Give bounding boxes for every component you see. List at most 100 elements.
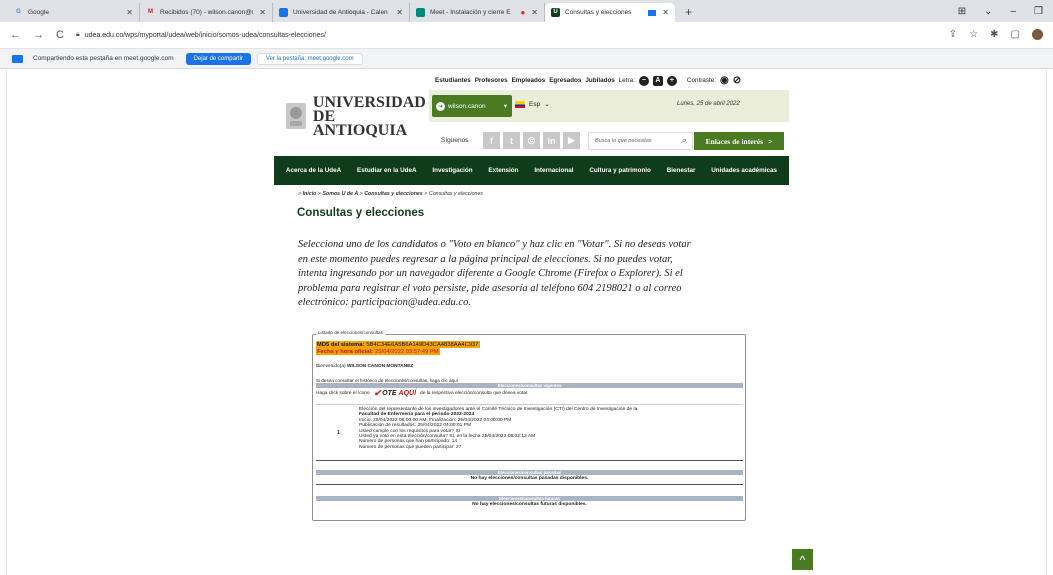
breadcrumb-consultas[interactable]: Consultas y elecciones — [364, 191, 423, 197]
election-title-line: Facultad de Enfermería para el periodo 2… — [359, 412, 475, 418]
nav-unidades[interactable]: Unidades académicas — [711, 167, 777, 174]
breadcrumb: > Inicio > Somos U de A > Consultas y el… — [298, 191, 484, 197]
sidepanel-icon[interactable]: ▢ — [1011, 29, 1020, 40]
youtube-icon[interactable]: ▶ — [563, 132, 580, 149]
chevron-down-icon: ⌄ — [544, 101, 550, 108]
forward-icon[interactable]: → — [33, 29, 44, 41]
election-details: Elección del representante de los invest… — [359, 407, 741, 450]
nav-investigacion[interactable]: Investigación — [432, 167, 472, 174]
md5-value: 5B4C34E6A5B6A149D43CA4838AA4C937 — [366, 341, 479, 348]
nav-extension[interactable]: Extensión — [488, 167, 518, 174]
new-tab-icon[interactable]: + — [685, 5, 692, 19]
contrast-eye-off-icon[interactable]: ⊘ — [733, 75, 741, 86]
close-icon[interactable]: ✕ — [662, 8, 669, 17]
link-empleados[interactable]: Empleados — [512, 77, 546, 84]
divider — [316, 484, 743, 485]
reload-icon[interactable]: C — [56, 29, 64, 41]
browser-tab[interactable]: G Google ✕ — [8, 3, 140, 22]
star-icon[interactable]: ☆ — [969, 29, 978, 40]
close-icon[interactable]: ✕ — [126, 8, 133, 17]
close-icon[interactable]: ✕ — [259, 8, 266, 17]
election-number: 1 — [337, 430, 340, 436]
browser-tab[interactable]: Universidad de Antioquia - Calen ✕ — [273, 3, 410, 22]
minimize-icon[interactable]: – — [1010, 6, 1016, 17]
current-date: Lunes, 25 de abril 2022 — [677, 101, 740, 107]
stop-sharing-button[interactable]: Dejar de compartir — [185, 52, 251, 65]
browser-tab[interactable]: Meet - Instalación y cierre E ● ✕ — [410, 3, 545, 22]
close-icon[interactable]: ✕ — [531, 8, 538, 17]
site-search-input[interactable]: Busca lo que necesitas ⌕ — [588, 132, 693, 150]
instruction-before: Haga click sobre el ícono — [316, 391, 370, 396]
link-jubilados[interactable]: Jubilados — [585, 77, 614, 84]
url-field[interactable]: udea.edu.co/wps/myportal/udea/web/inicio… — [85, 32, 326, 39]
welcome-name: WILSON CANON MONTANEZ — [346, 364, 414, 369]
tab-title: Google — [28, 9, 49, 16]
intro-line: electrónico: participacion@udea.edu.co. — [298, 297, 471, 309]
futuras-header: Elecciones/consultas futuras — [316, 496, 743, 501]
enlaces-button[interactable]: Enlaces de interés > — [694, 132, 784, 150]
link-profesores[interactable]: Profesores — [475, 77, 508, 84]
intro-line: intenta ingresando por un navegador dife… — [298, 268, 683, 280]
contrast-eye-icon[interactable]: ◉ — [720, 75, 729, 86]
share-icon[interactable]: ⇪ — [949, 29, 957, 40]
instagram-icon[interactable]: ◎ — [523, 132, 540, 149]
chevron-down-icon: ▾ — [503, 103, 507, 110]
fecha-value: 25/04/2022 03:57:49 PM — [375, 348, 439, 355]
checkmark-icon: ✔ — [373, 388, 382, 398]
logo-line2: DE ANTIOQUIA — [312, 108, 408, 139]
tab-title: Meet - Instalación y cierre E — [430, 9, 511, 16]
link-egresados[interactable]: Egresados — [549, 77, 581, 84]
arrow-right-icon: ➜ — [436, 101, 445, 111]
chevron-right-icon: > — [768, 136, 773, 146]
scroll-to-top-button[interactable]: ^ — [792, 549, 813, 570]
language-selector[interactable]: Esp ⌄ — [515, 100, 550, 108]
font-reset-icon[interactable]: A — [652, 75, 663, 86]
md5-line: MD5 del sistema: 5B4C34E6A5B6A149D43CA48… — [316, 341, 480, 348]
lock-icon[interactable]: 🔒︎ — [76, 31, 80, 39]
chevron-down-icon[interactable]: ⌄ — [984, 6, 992, 17]
nav-internacional[interactable]: Internacional — [534, 167, 573, 174]
view-tab-button[interactable]: Ver la pestaña: meet.google.com — [256, 52, 363, 65]
gmail-icon: M — [148, 9, 153, 15]
profile-avatar[interactable] — [1032, 29, 1043, 40]
nav-cultura[interactable]: Cultura y patrimonio — [589, 167, 651, 174]
restore-icon[interactable]: ❐ — [1034, 6, 1043, 17]
instruction-after: de la respectiva elección/consulta que d… — [420, 391, 529, 396]
screen-share-icon — [12, 54, 23, 63]
breadcrumb-somos[interactable]: Somos U de A — [322, 191, 358, 197]
colombia-flag-icon — [515, 100, 525, 108]
contraste-label: Contraste: — [686, 77, 716, 84]
election-eligible-count: Número de personas que pueden participar… — [359, 444, 462, 450]
nav-acerca[interactable]: Acerca de la UdeA — [286, 167, 341, 174]
back-icon[interactable]: ← — [10, 29, 21, 41]
font-decrease-icon[interactable]: − — [638, 75, 649, 86]
tab-search-icon[interactable]: ⊞ — [958, 6, 966, 17]
user-menu-button[interactable]: ➜ wilson.canon ▾ — [432, 95, 512, 117]
browser-tab[interactable]: M Recibidos (70) - wilson.canon@u ✕ — [140, 3, 273, 22]
nav-bienestar[interactable]: Bienestar — [667, 167, 696, 174]
search-icon[interactable]: ⌕ — [681, 135, 686, 146]
screen-share-icon — [648, 9, 657, 16]
recording-icon: ● — [520, 8, 526, 17]
extensions-icon[interactable]: ✱ — [990, 29, 998, 40]
breadcrumb-inicio[interactable]: Inicio — [303, 191, 317, 197]
link-estudiantes[interactable]: Estudiantes — [435, 77, 471, 84]
linkedin-icon[interactable]: in — [543, 132, 560, 149]
facebook-icon[interactable]: f — [483, 132, 500, 149]
udea-icon: U — [551, 8, 560, 17]
nav-estudiar[interactable]: Estudiar en la UdeA — [357, 167, 417, 174]
welcome-prefix: Bienvenido(a) — [316, 364, 346, 369]
font-increase-icon[interactable]: + — [666, 75, 677, 86]
futuras-empty: No hay elecciones/consultas futuras disp… — [472, 502, 587, 507]
browser-tab-bar: G Google ✕ M Recibidos (70) - wilson.can… — [0, 0, 1053, 22]
twitter-icon[interactable]: t — [503, 132, 520, 149]
main-nav: Acerca de la UdeA Estudiar en la UdeA In… — [274, 156, 789, 185]
md5-label: MD5 del sistema: — [317, 341, 365, 348]
enlaces-label: Enlaces de interés — [705, 136, 764, 146]
close-icon[interactable]: ✕ — [396, 8, 403, 17]
udea-logo[interactable]: UNIVERSIDAD DE ANTIOQUIA — [284, 95, 432, 139]
intro-line: en este momento puedes regresar a la pág… — [298, 253, 673, 265]
vote-here-icon: ✔ OTE AQUÍ — [373, 388, 417, 398]
browser-tab-active[interactable]: U Consultas y elecciones ✕ — [545, 3, 675, 22]
social-links: f t ◎ in ▶ — [483, 132, 580, 149]
